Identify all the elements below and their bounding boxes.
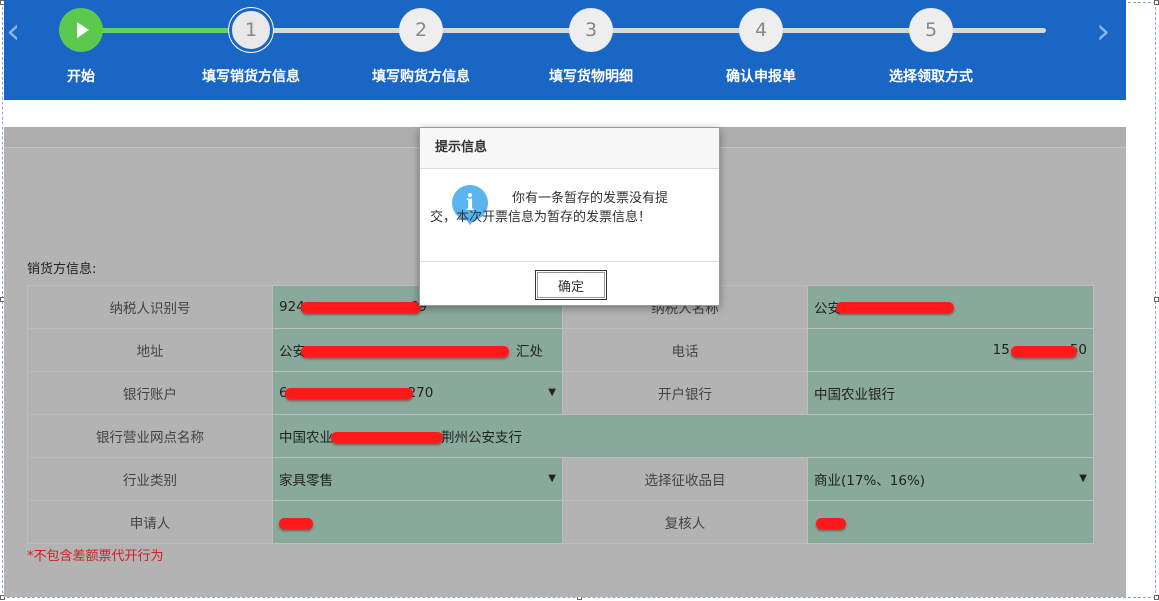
resize-handle[interactable] (1154, 0, 1159, 5)
phone-field[interactable]: 15 50 (807, 328, 1094, 372)
prev-arrow-icon[interactable]: ‹ (6, 14, 20, 50)
applicant-field[interactable] (272, 500, 563, 544)
taxpayer-id-label: 纳税人识别号 (27, 285, 273, 329)
redaction-mark (836, 302, 954, 313)
step-label: 选择领取方式 (889, 69, 973, 85)
section-label: 销货方信息: (27, 262, 97, 277)
address-suffix: 汇处 (516, 344, 543, 360)
play-icon (77, 22, 89, 38)
address-field[interactable]: 公安 汇处 (272, 328, 563, 372)
dialog-message: 你有一条暂存的发票没有提交，本次开票信息为暂存的发票信息！ (430, 191, 669, 225)
redaction-mark (1011, 346, 1077, 357)
dialog-body: i 你有一条暂存的发票没有提交，本次开票信息为暂存的发票信息！ (420, 169, 719, 262)
bank-account-select[interactable]: 6 270 ▼ (272, 371, 563, 415)
bank-label: 开户银行 (562, 371, 808, 415)
reviewer-label: 复核人 (562, 500, 808, 544)
step-label: 填写销货方信息 (202, 69, 300, 85)
dialog-footer: 确定 (420, 262, 719, 306)
step-circle[interactable]: 1 (229, 8, 273, 52)
redaction-mark (279, 518, 313, 529)
branch-suffix: 荆州公安支行 (441, 430, 522, 446)
industry-value: 家具零售 (279, 473, 333, 489)
tax-item-select[interactable]: 商业(17%、16%) ▼ (807, 457, 1094, 501)
info-dialog: 提示信息 i 你有一条暂存的发票没有提交，本次开票信息为暂存的发票信息！ 确定 (419, 127, 720, 306)
redaction-mark (301, 302, 421, 313)
industry-label: 行业类别 (27, 457, 273, 501)
redaction-mark (285, 388, 413, 399)
redaction-mark (816, 518, 846, 529)
step-label: 填写货物明细 (549, 69, 633, 85)
branch-label: 银行营业网点名称 (27, 414, 273, 458)
chevron-down-icon: ▼ (1079, 473, 1087, 484)
seller-info-table: 纳税人识别号 92469 纳税人名称 公安 地址 公安汇处 电话 1550 银行… (27, 285, 1094, 544)
industry-select[interactable]: 家具零售 ▼ (272, 457, 563, 501)
step-start-circle[interactable] (59, 8, 103, 52)
redaction-mark (301, 346, 509, 357)
taxpayer-name-field[interactable]: 公安 (807, 285, 1094, 329)
ok-button[interactable]: 确定 (535, 270, 607, 300)
tax-item-value: 商业(17%、16%) (814, 473, 926, 489)
bank-account-label: 银行账户 (27, 371, 273, 415)
wizard-header: ‹ › 开始 1 填写销货方信息 2 填写购货方信息 3 填写货物明细 4 确认… (4, 0, 1126, 100)
step-circle[interactable]: 4 (739, 8, 783, 52)
step-label: 开始 (67, 69, 95, 85)
step-label: 填写购货方信息 (372, 69, 470, 85)
next-arrow-icon[interactable]: › (1096, 14, 1110, 50)
step-circle[interactable]: 3 (569, 8, 613, 52)
redaction-mark (331, 432, 443, 443)
reviewer-field[interactable] (807, 500, 1094, 544)
step-label: 确认申报单 (726, 69, 796, 85)
disclaimer-note: *不包含差额票代开行为 (27, 549, 164, 564)
branch-prefix: 中国农业 (279, 430, 333, 446)
phone-prefix: 15 (992, 342, 1010, 358)
step-circle[interactable]: 5 (909, 8, 953, 52)
applicant-label: 申请人 (27, 500, 273, 544)
phone-label: 电话 (562, 328, 808, 372)
tax-item-label: 选择征收品目 (562, 457, 808, 501)
dialog-title: 提示信息 (420, 128, 719, 169)
step-circle[interactable]: 2 (399, 8, 443, 52)
chevron-down-icon: ▼ (548, 473, 556, 484)
resize-handle[interactable] (1154, 595, 1159, 600)
bank-field[interactable]: 中国农业银行 (807, 371, 1094, 415)
branch-field[interactable]: 中国农业 荆州公安支行 (272, 414, 1094, 458)
chevron-down-icon: ▼ (548, 387, 556, 398)
resize-handle[interactable] (1154, 297, 1159, 302)
address-label: 地址 (27, 328, 273, 372)
